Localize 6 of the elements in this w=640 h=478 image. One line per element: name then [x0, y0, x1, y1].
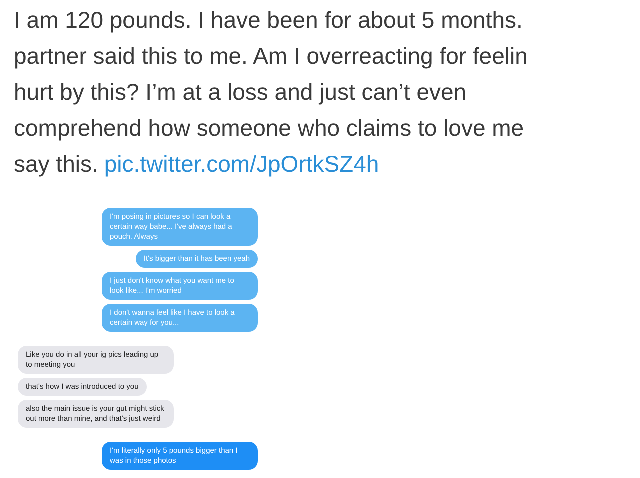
tweet-text: comprehend how someone who claims to love me — [14, 115, 524, 141]
tweet-text: partner said this to me. Am I overreacting for feelin — [14, 43, 528, 69]
tweet-text: I am 120 pounds. I have been for about 5 months. — [14, 7, 523, 33]
image-link[interactable]: pic.twitter.com/JpOrtkSZ4h — [104, 151, 380, 177]
tweet-text: hurt by this? I’m at a loss and just can’t even — [14, 79, 467, 105]
tweet-text: say this. — [14, 151, 98, 177]
